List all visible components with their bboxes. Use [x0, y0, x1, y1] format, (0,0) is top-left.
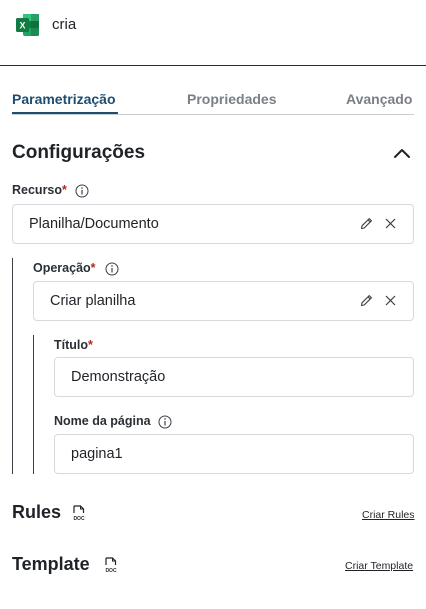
close-icon[interactable] — [384, 294, 397, 307]
tab-avancado[interactable]: Avançado — [346, 91, 412, 107]
required-mark: * — [62, 183, 67, 197]
operacao-value: Criar planilha — [50, 293, 136, 309]
svg-text:DOC: DOC — [105, 568, 117, 573]
info-icon[interactable] — [75, 184, 89, 198]
required-mark: * — [90, 261, 96, 275]
criar-template-link[interactable]: Criar Template — [345, 560, 413, 572]
operacao-field[interactable]: Criar planilha — [33, 281, 414, 321]
tab-propriedades[interactable]: Propriedades — [187, 91, 276, 107]
rules-title: Rules — [12, 502, 62, 522]
excel-icon: X — [16, 14, 39, 36]
section-title: Configurações — [12, 142, 146, 163]
header: X cria — [0, 0, 426, 66]
template-title: Template — [12, 554, 90, 574]
titulo-value: Demonstração — [71, 369, 166, 385]
svg-text:X: X — [19, 21, 25, 31]
recurso-label-text: Recurso — [12, 183, 63, 197]
app-title: cria — [52, 16, 77, 33]
nome-pagina-field[interactable]: pagina1 — [54, 434, 414, 474]
criar-rules-link[interactable]: Criar Rules — [362, 509, 415, 521]
operacao-label-text: Operação — [33, 261, 91, 275]
recurso-value: Planilha/Documento — [29, 216, 159, 232]
recurso-field[interactable]: Planilha/Documento — [12, 204, 414, 244]
active-tab-indicator — [12, 112, 118, 114]
info-icon[interactable] — [158, 415, 172, 429]
recurso-label: Recurso* — [12, 183, 67, 197]
nome-pagina-value: pagina1 — [71, 446, 123, 462]
titulo-label: Título* — [54, 338, 93, 352]
nome-pagina-label: Nome da página — [54, 414, 151, 428]
required-mark: * — [88, 338, 93, 352]
pencil-icon[interactable] — [359, 293, 374, 308]
info-icon[interactable] — [105, 262, 119, 276]
pencil-icon[interactable] — [359, 216, 374, 231]
tab-parametrizacao[interactable]: Parametrização — [12, 91, 116, 107]
titulo-field[interactable]: Demonstração — [54, 357, 414, 397]
close-icon[interactable] — [384, 217, 397, 230]
nesting-line — [12, 258, 13, 474]
tab-bar: Parametrização Propriedades Avançado — [12, 91, 414, 115]
svg-text:DOC: DOC — [73, 516, 85, 521]
titulo-label-text: Título — [54, 338, 89, 352]
operacao-label: Operação* — [33, 261, 96, 275]
chevron-up-icon[interactable] — [392, 146, 412, 160]
doc-icon: DOC — [73, 505, 85, 521]
nesting-line — [33, 335, 34, 474]
doc-icon: DOC — [105, 557, 117, 573]
